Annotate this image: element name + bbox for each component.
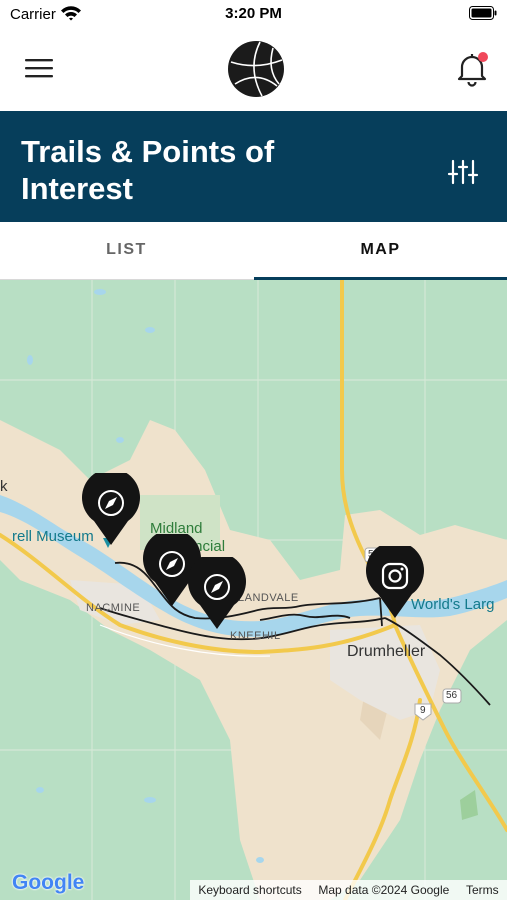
tab-list[interactable]: LIST [0, 222, 253, 280]
google-logo-text: Google [12, 871, 85, 894]
map-label-landvale: LANDVALE [238, 592, 299, 604]
road-shield-56-south: 56 [446, 690, 458, 701]
map-label-drumheller: Drumheller [347, 643, 426, 660]
map-label-kneehill: KNEEHIL [230, 630, 281, 642]
map-label-k: k [0, 478, 8, 495]
app-header [0, 30, 507, 110]
page-title: Trails & Points of Interest [21, 134, 275, 206]
map-label-nacmine: NACMINE [86, 602, 141, 614]
map-pin-compass-3[interactable] [187, 552, 247, 631]
sliders-icon[interactable] [446, 157, 480, 187]
clock-label: 3:20 PM [225, 5, 282, 22]
view-tabs: LIST MAP [0, 222, 507, 280]
notification-dot [478, 52, 488, 62]
keyboard-shortcuts-link[interactable]: Keyboard shortcuts [198, 883, 301, 897]
tab-map[interactable]: MAP [254, 222, 507, 280]
title-band: Trails & Points of Interest [0, 111, 507, 222]
battery-icon [469, 6, 497, 25]
google-logo: Google [12, 871, 84, 895]
map-attribution: Keyboard shortcuts Map data ©2024 Google… [190, 880, 507, 900]
bell-icon[interactable] [452, 48, 492, 88]
road-shield-9: 9 [420, 705, 426, 716]
terms-link[interactable]: Terms [466, 883, 499, 897]
map-base [0, 280, 507, 900]
status-bar: Carrier 3:20 PM [0, 0, 507, 30]
basketball-logo-icon[interactable] [227, 40, 285, 98]
map-pin-instagram[interactable] [365, 541, 425, 620]
map-data-label: Map data ©2024 Google [318, 883, 450, 897]
map-view[interactable]: k rell Museum Midland Provincial NACMINE… [0, 280, 507, 900]
hamburger-menu-icon[interactable] [24, 57, 56, 81]
map-pin-compass-1[interactable] [81, 468, 141, 547]
